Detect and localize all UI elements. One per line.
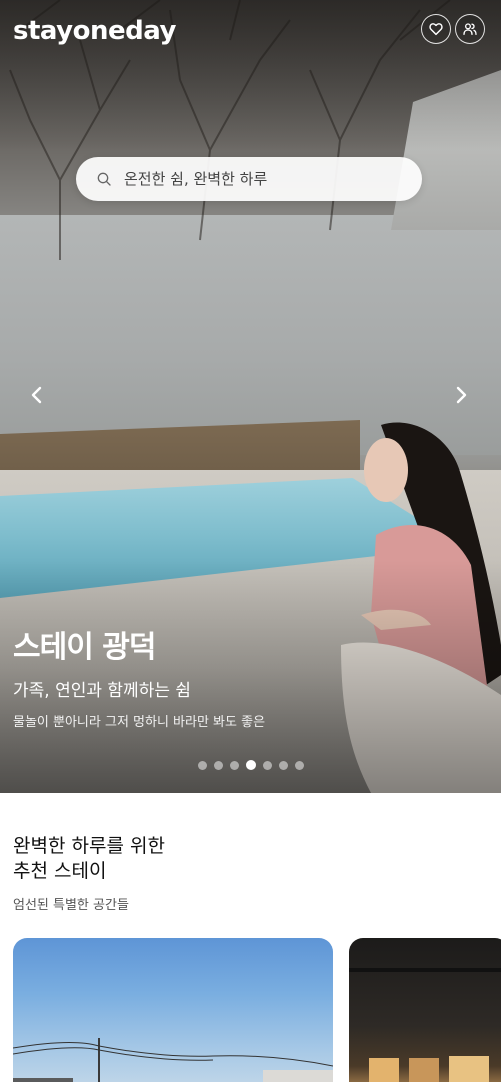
section-title-line-2: 추천 스테이 [13,860,107,882]
chevron-left-icon[interactable] [24,382,50,408]
carousel-dot[interactable] [198,760,207,770]
search-input[interactable] [124,170,384,188]
carousel-dot[interactable] [279,760,288,770]
brand-logo[interactable]: stayoneday [13,16,176,46]
hero-title: 스테이 광덕 [13,630,156,665]
chevron-right-icon[interactable] [448,382,474,408]
carousel-dot[interactable] [295,760,304,770]
search-bar[interactable] [76,157,422,201]
carousel-dot-active[interactable] [246,760,256,770]
user-group-icon[interactable] [455,14,485,44]
stay-card-image [349,968,501,1082]
hero-subtitle: 가족, 연인과 함께하는 쉼 [13,681,192,701]
carousel-pagination [198,760,304,770]
hero-carousel[interactable]: stayoneday 스테이 광덕 가족, 연인과 함께하는 쉼 물놀이 뿐아니… [0,0,501,793]
stay-card[interactable] [349,938,501,1082]
carousel-dot[interactable] [214,760,223,770]
section-subtitle: 엄선된 특별한 공간들 [13,898,129,913]
stay-card-image [13,1038,333,1082]
carousel-dot[interactable] [230,760,239,770]
section-title: 완벽한 하루를 위한 추천 스테이 [13,834,165,884]
carousel-dot[interactable] [263,760,272,770]
search-icon [97,172,111,186]
section-title-line-1: 완벽한 하루를 위한 [13,835,165,857]
heart-icon[interactable] [421,14,451,44]
stay-card[interactable] [13,938,333,1082]
hero-description: 물놀이 뿐아니라 그저 멍하니 바라만 봐도 좋은 [13,715,266,730]
